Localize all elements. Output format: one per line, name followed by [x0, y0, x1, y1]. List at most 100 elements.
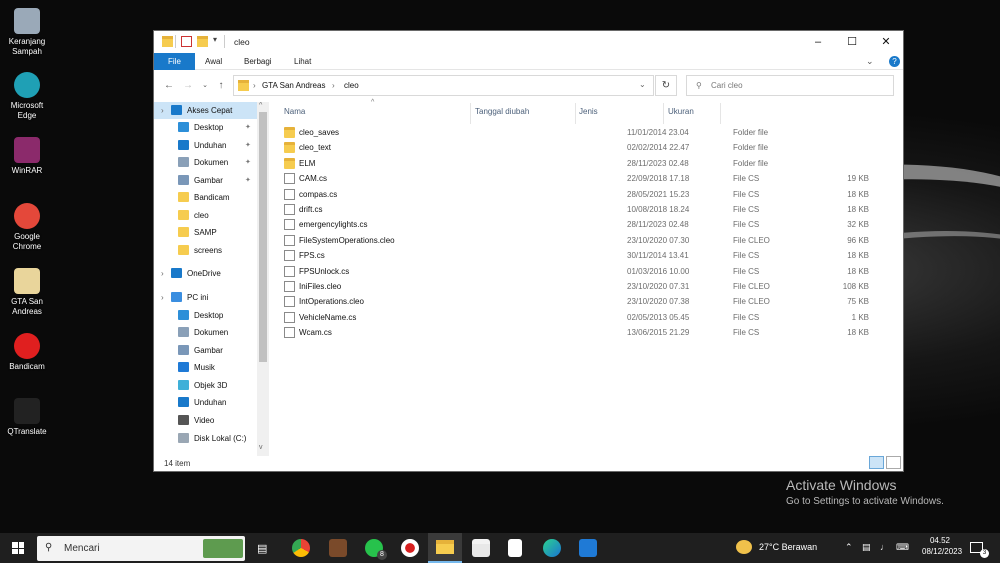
windows-start-icon[interactable]: [12, 542, 24, 554]
nav-item[interactable]: Unduhan: [154, 394, 257, 411]
file-explorer-icon[interactable]: [436, 540, 454, 554]
desktop-icon-label: Microsoft: [10, 101, 44, 110]
details-view-icon[interactable]: [869, 456, 884, 469]
file-row[interactable]: compas.cs 28/05/2021 15.23 File CS 18 KB: [282, 187, 869, 202]
nav-item[interactable]: cleo: [154, 207, 257, 224]
keyboard-icon[interactable]: ⌨: [896, 542, 909, 553]
expand-chevron-icon[interactable]: ›: [161, 265, 164, 282]
nav-item[interactable]: Disk Lokal (C:): [154, 430, 257, 447]
taskbar-search-box[interactable]: ⚲ Mencari: [37, 536, 245, 561]
edge-icon[interactable]: [543, 539, 561, 557]
scroll-up-icon[interactable]: ^: [259, 102, 262, 109]
properties-icon[interactable]: [181, 36, 192, 47]
file-row[interactable]: IniFiles.cleo 23/10/2020 07.31 File CLEO 10…: [282, 279, 869, 294]
up-button[interactable]: ↑: [214, 79, 228, 93]
nav-item[interactable]: › OneDrive: [154, 265, 257, 282]
chrome-icon[interactable]: [292, 539, 310, 557]
column-divider[interactable]: [663, 103, 664, 124]
nav-item[interactable]: Desktop ✦: [154, 119, 257, 136]
nav-item[interactable]: Bandicam: [154, 189, 257, 206]
nav-item-label: Dokumen: [194, 328, 229, 337]
desktop-icon-5[interactable]: GTA San Andreas: [3, 268, 51, 317]
minimize-button[interactable]: –: [801, 31, 835, 53]
notepad-icon[interactable]: [508, 539, 522, 557]
file-row[interactable]: drift.cs 10/08/2018 18.24 File CS 18 KB: [282, 202, 869, 217]
file-row[interactable]: IntOperations.cleo 23/10/2020 07.38 File C…: [282, 294, 869, 309]
nav-item[interactable]: Gambar ✦: [154, 172, 257, 189]
nav-item[interactable]: Objek 3D: [154, 377, 257, 394]
nav-scrollbar-thumb[interactable]: [259, 112, 267, 362]
column-header-type[interactable]: Jenis: [579, 107, 598, 121]
file-row[interactable]: VehicleName.cs 02/05/2013 05.45 File CS 1 K…: [282, 310, 869, 325]
address-bar[interactable]: › GTA San Andreas › cleo ⌄: [233, 75, 654, 96]
new-folder-icon[interactable]: [197, 36, 208, 47]
file-row[interactable]: ELM 28/11/2023 02.48 Folder file: [282, 156, 768, 171]
task-view-icon[interactable]: ▤: [257, 542, 267, 555]
file-row[interactable]: FPS.cs 30/11/2014 13.41 File CS 18 KB: [282, 248, 869, 263]
nav-item[interactable]: Dokumen: [154, 324, 257, 341]
desktop-icon-1[interactable]: Keranjang Sampah: [3, 8, 51, 57]
tab-file[interactable]: File: [154, 53, 195, 70]
store-icon[interactable]: [472, 539, 490, 557]
tab-home[interactable]: Awal: [196, 53, 231, 70]
weather-icon[interactable]: [736, 540, 752, 554]
nav-item[interactable]: Gambar: [154, 342, 257, 359]
tab-view[interactable]: Lihat: [285, 53, 320, 70]
breadcrumb-cleo[interactable]: cleo: [344, 81, 359, 90]
nav-item[interactable]: SAMP: [154, 224, 257, 241]
large-icons-view-icon[interactable]: [886, 456, 901, 469]
nav-item[interactable]: Desktop: [154, 307, 257, 324]
column-header-date[interactable]: Tanggal diubah: [475, 107, 529, 121]
nav-item[interactable]: screens: [154, 242, 257, 259]
show-hidden-icons-icon[interactable]: ⌃: [845, 542, 853, 553]
nav-item[interactable]: › PC ini: [154, 289, 257, 306]
desktop-icon-2[interactable]: Microsoft Edge: [3, 72, 51, 121]
column-header-size[interactable]: Ukuran: [668, 107, 694, 121]
file-row[interactable]: FileSystemOperations.cleo 23/10/2020 07.3…: [282, 233, 869, 248]
customize-quick-access-icon[interactable]: ▾: [213, 35, 217, 44]
column-divider[interactable]: [470, 103, 471, 124]
recent-locations-button[interactable]: ⌄: [198, 79, 212, 93]
help-icon[interactable]: ?: [889, 56, 900, 67]
bandicam-icon[interactable]: [401, 539, 419, 557]
column-header-name[interactable]: Nama: [284, 107, 305, 121]
file-row[interactable]: Wcam.cs 13/06/2015 21.29 File CS 18 KB: [282, 325, 869, 340]
maximize-button[interactable]: ☐: [835, 31, 869, 53]
expand-chevron-icon[interactable]: ›: [161, 289, 164, 306]
forward-button[interactable]: →: [181, 79, 195, 93]
expand-chevron-icon[interactable]: ›: [161, 102, 164, 119]
desktop-icon-3[interactable]: WinRAR: [3, 137, 51, 176]
desktop-icon-6[interactable]: Bandicam: [3, 333, 51, 372]
desktop-icon-4[interactable]: Google Chrome: [3, 203, 51, 252]
file-row[interactable]: FPSUnlock.cs 01/03/2016 10.00 File CS 18 KB: [282, 264, 869, 279]
expand-ribbon-icon[interactable]: ⌄: [866, 56, 874, 67]
column-divider[interactable]: [720, 103, 721, 124]
clock[interactable]: 04.52 08/12/2023: [922, 536, 962, 556]
weather-text[interactable]: 27°C Berawan: [759, 542, 817, 552]
game-app-icon[interactable]: [329, 539, 347, 557]
nav-scrollbar[interactable]: ^ v: [257, 102, 269, 456]
nav-item[interactable]: Musik: [154, 359, 257, 376]
back-button[interactable]: ←: [162, 79, 176, 93]
file-explorer-active[interactable]: [428, 533, 462, 563]
file-row[interactable]: cleo_saves 11/01/2014 23.04 Folder file: [282, 125, 768, 140]
network-icon[interactable]: ▤: [862, 542, 871, 553]
close-button[interactable]: ✕: [869, 31, 903, 53]
file-row[interactable]: CAM.cs 22/09/2018 17.18 File CS 19 KB: [282, 171, 869, 186]
tab-share[interactable]: Berbagi: [235, 53, 281, 70]
search-box[interactable]: ⚲ Cari cleo: [686, 75, 894, 96]
scroll-down-icon[interactable]: v: [259, 444, 263, 451]
address-history-dropdown[interactable]: ⌄: [639, 80, 646, 89]
volume-icon[interactable]: ♩: [880, 542, 889, 552]
nav-item[interactable]: › Akses Cepat: [154, 102, 257, 119]
nav-item[interactable]: Unduhan ✦: [154, 137, 257, 154]
breadcrumb-gta-san-andreas[interactable]: GTA San Andreas: [262, 81, 325, 90]
file-row[interactable]: emergencylights.cs 28/11/2023 02.48 File C…: [282, 217, 869, 232]
nav-item[interactable]: Video: [154, 412, 257, 429]
nav-item[interactable]: Dokumen ✦: [154, 154, 257, 171]
mail-icon[interactable]: [579, 539, 597, 557]
column-divider[interactable]: [575, 103, 576, 124]
refresh-button[interactable]: ↻: [655, 75, 677, 96]
file-row[interactable]: cleo_text 02/02/2014 22.47 Folder file: [282, 140, 768, 155]
desktop-icon-7[interactable]: QTranslate: [3, 398, 51, 437]
